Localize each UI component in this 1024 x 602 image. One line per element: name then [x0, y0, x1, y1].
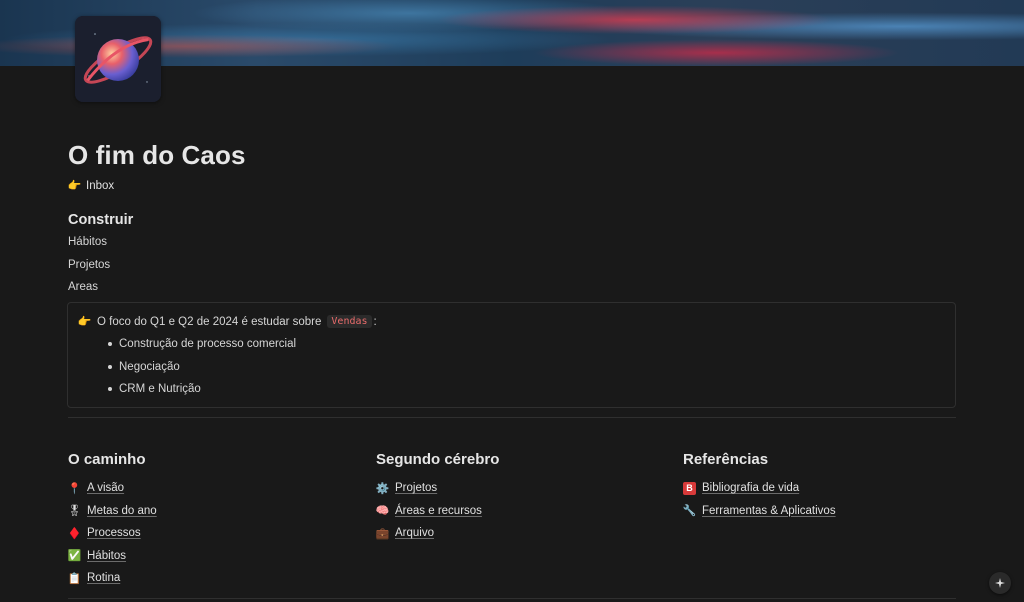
link-arquivo[interactable]: 💼 Arquivo [376, 522, 666, 545]
column-o-caminho: O caminho 📍 A visão 🎖 Metas do ano ♦️ Pr… [68, 451, 358, 590]
construir-link-habitos[interactable]: Hábitos [68, 236, 107, 248]
gear-icon: ⚙️ [375, 482, 390, 495]
callout-prefix: O foco do Q1 e Q2 de 2024 é estudar sobr… [97, 315, 322, 328]
link-a-visao[interactable]: 📍 A visão [68, 477, 358, 500]
inbox-link[interactable]: 👉 Inbox [67, 179, 115, 193]
link-projetos[interactable]: ⚙️ Projetos [376, 477, 666, 500]
link-label: A visão [87, 482, 125, 495]
ai-assistant-button[interactable] [989, 572, 1011, 594]
list-item: Negociação [108, 359, 296, 382]
divider [68, 417, 956, 418]
pin-icon: 📍 [67, 482, 82, 495]
link-label: Arquivo [395, 527, 434, 540]
construir-link-projetos[interactable]: Projetos [68, 259, 110, 271]
sparkle-icon [995, 578, 1005, 588]
link-ferramentas-aplicativos[interactable]: 🔧 Ferramentas & Aplicativos [683, 500, 973, 523]
link-label: Rotina [87, 572, 121, 585]
link-rotina[interactable]: 📋 Rotina [68, 567, 358, 590]
link-areas-e-recursos[interactable]: 🧠 Áreas e recursos [376, 500, 666, 523]
focus-callout: 👉 O foco do Q1 e Q2 de 2024 é estudar so… [67, 302, 956, 408]
clipboard-icon: 📋 [67, 572, 82, 585]
link-label: Hábitos [87, 549, 126, 562]
callout-bullet-list: Construção de processo comercial Negocia… [108, 336, 296, 404]
inbox-label: Inbox [86, 179, 115, 192]
link-metas-do-ano[interactable]: 🎖 Metas do ano [68, 500, 358, 523]
referencias-heading: Referências [683, 451, 769, 468]
callout-text: 👉 O foco do Q1 e Q2 de 2024 é estudar so… [78, 315, 377, 328]
check-icon: ✅ [67, 550, 82, 563]
link-label: Bibliografia de vida [702, 482, 800, 495]
o-caminho-heading: O caminho [68, 451, 146, 468]
list-item: Construção de processo comercial [108, 336, 296, 359]
planet-icon [75, 16, 161, 102]
link-label: Áreas e recursos [395, 504, 482, 517]
link-label: Ferramentas & Aplicativos [702, 504, 836, 517]
link-label: Processos [87, 527, 141, 540]
medal-icon: 🎖 [67, 505, 82, 518]
callout-suffix: : [373, 315, 377, 328]
page-title: O fim do Caos [68, 140, 246, 170]
wrench-icon: 🔧 [682, 505, 697, 518]
list-item: CRM e Nutrição [108, 381, 296, 404]
link-processos[interactable]: ♦️ Processos [68, 522, 358, 545]
column-segundo-cerebro: Segundo cérebro ⚙️ Projetos 🧠 Áreas e re… [376, 451, 666, 545]
link-bibliografia-de-vida[interactable]: B Bibliografia de vida [683, 477, 973, 500]
construir-heading: Construir [68, 212, 134, 228]
pointing-hand-icon: 👉 [67, 180, 82, 192]
brain-icon: 🧠 [375, 505, 390, 518]
red-diamond-icon: ♦️ [67, 527, 82, 540]
briefcase-icon: 💼 [375, 527, 390, 540]
construir-link-areas[interactable]: Areas [68, 281, 98, 293]
column-referencias: Referências B Bibliografia de vida 🔧 Fer… [683, 451, 973, 522]
link-label: Metas do ano [87, 504, 157, 517]
divider [68, 598, 956, 599]
link-label: Projetos [395, 482, 438, 495]
inline-code-vendas: Vendas [327, 315, 372, 328]
link-habitos[interactable]: ✅ Hábitos [68, 545, 358, 568]
pointing-hand-icon: 👉 [77, 316, 92, 328]
segundo-cerebro-heading: Segundo cérebro [376, 451, 500, 468]
page-icon[interactable] [75, 16, 161, 102]
b-badge-icon: B [683, 481, 696, 495]
